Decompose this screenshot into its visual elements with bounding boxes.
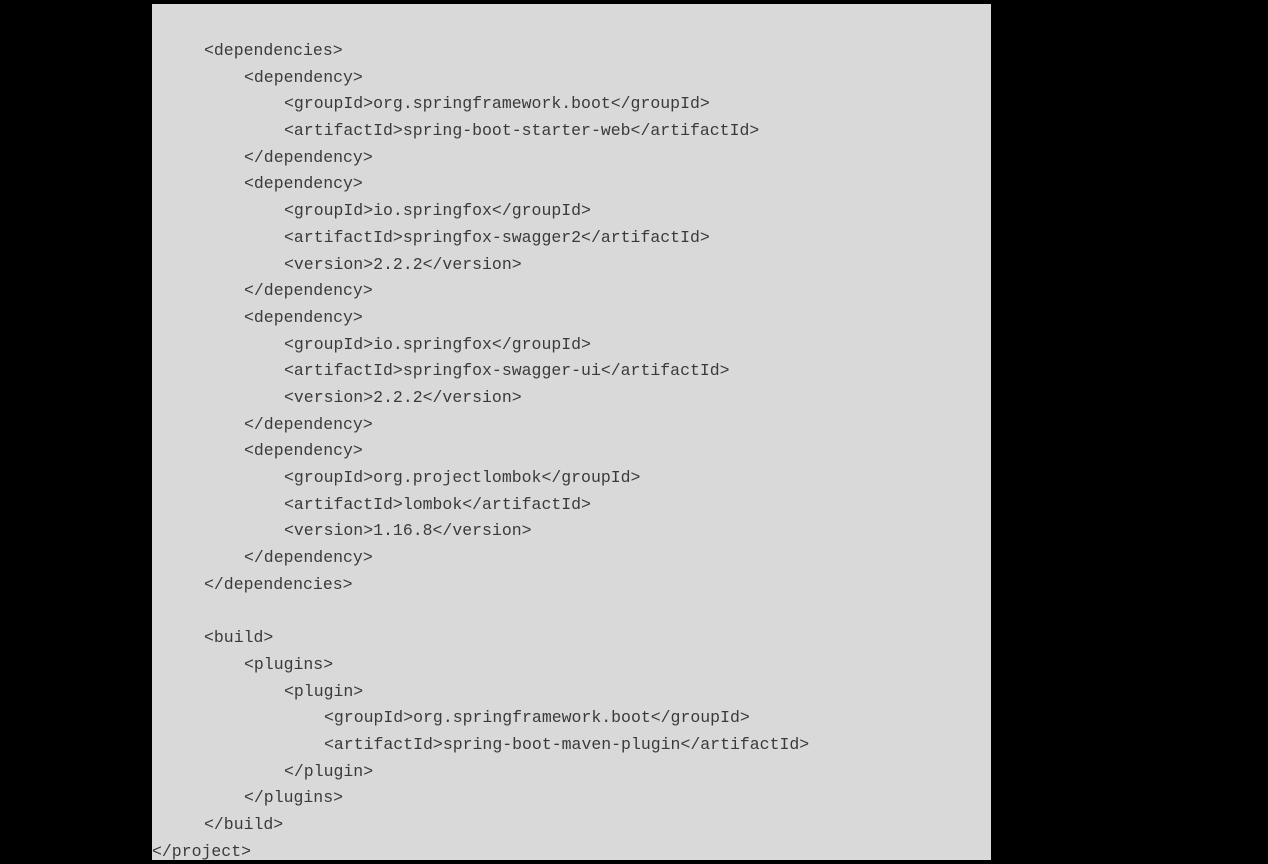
code-line: </dependency> — [244, 414, 373, 434]
code-line: <artifactId>springfox-swagger2</artifact… — [284, 227, 710, 247]
code-line: </plugin> — [284, 761, 374, 781]
code-line: <plugins> — [244, 654, 334, 674]
code-line: </project> — [152, 841, 252, 860]
code-lines: <dependencies> <dependency> <groupId>org.s… — [152, 38, 809, 860]
code-line: <groupId>io.springfox</groupId> — [284, 201, 591, 221]
code-line: <build> — [204, 628, 274, 648]
code-line: <groupId>org.springframework.boot</group… — [284, 94, 710, 114]
code-line: <artifactId>spring-boot-maven-plugin</ar… — [324, 734, 810, 754]
code-line: </plugins> — [244, 788, 344, 808]
code-line: <groupId>io.springfox</groupId> — [284, 334, 591, 354]
code-line: <dependency> — [244, 174, 363, 194]
code-line: </dependencies> — [204, 574, 353, 594]
code-line: <artifactId>spring-boot-starter-web</art… — [284, 121, 760, 141]
code-line: <artifactId>springfox-swagger-ui</artifa… — [284, 361, 730, 381]
code-line: </build> — [204, 814, 284, 834]
code-line: </dependency> — [244, 147, 373, 167]
code-line: <version>2.2.2</version> — [284, 387, 522, 407]
code-line: <dependency> — [244, 441, 363, 461]
code-line: <dependency> — [244, 307, 363, 327]
code-line: <dependencies> — [204, 41, 343, 60]
code-line: </dependency> — [244, 281, 373, 301]
code-line: <version>2.2.2</version> — [284, 254, 522, 274]
code-line: <groupId>org.projectlombok</groupId> — [284, 468, 641, 487]
code-line: <artifactId>lombok</artifactId> — [284, 494, 591, 514]
code-block: <dependencies> <dependency> <groupId>org.s… — [152, 4, 991, 860]
code-line: <plugin> — [284, 681, 364, 701]
code-line: <groupId>org.springframework.boot</group… — [324, 708, 750, 728]
code-line: <version>1.16.8</version> — [284, 521, 532, 541]
code-line: </dependency> — [244, 548, 373, 568]
code-line: <dependency> — [244, 67, 363, 87]
